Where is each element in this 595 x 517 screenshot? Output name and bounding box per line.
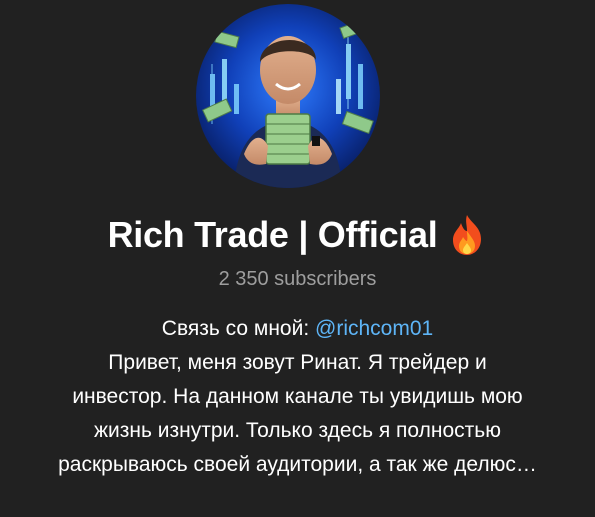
subscriber-count: 2 350 subscribers (218, 268, 377, 290)
description-line: Привет, меня зовут Ринат. Я трейдер и (108, 351, 487, 374)
contact-prefix: Связь со мной: (161, 317, 316, 340)
description-line-truncated[interactable]: раскрываюсь своей аудитории, а так же де… (10, 448, 585, 482)
channel-description: Связь со мной: @richcom01 Привет, меня з… (10, 312, 585, 482)
fire-icon (447, 213, 487, 257)
contact-line: Связь со мной: @richcom01 (10, 312, 585, 346)
channel-avatar[interactable] (196, 4, 380, 188)
avatar-image (196, 4, 380, 188)
contact-mention-link[interactable]: @richcom01 (315, 317, 433, 340)
description-line: инвестор. На данном канале ты увидишь мо… (72, 385, 523, 408)
channel-title: Rich Trade | Official (107, 214, 438, 255)
description-line: жизнь изнутри. Только здесь я полностью (94, 419, 501, 442)
channel-profile-card: Rich Trade | Official 2 350 subscribers … (0, 0, 595, 517)
channel-title-row: Rich Trade | Official (0, 208, 595, 262)
